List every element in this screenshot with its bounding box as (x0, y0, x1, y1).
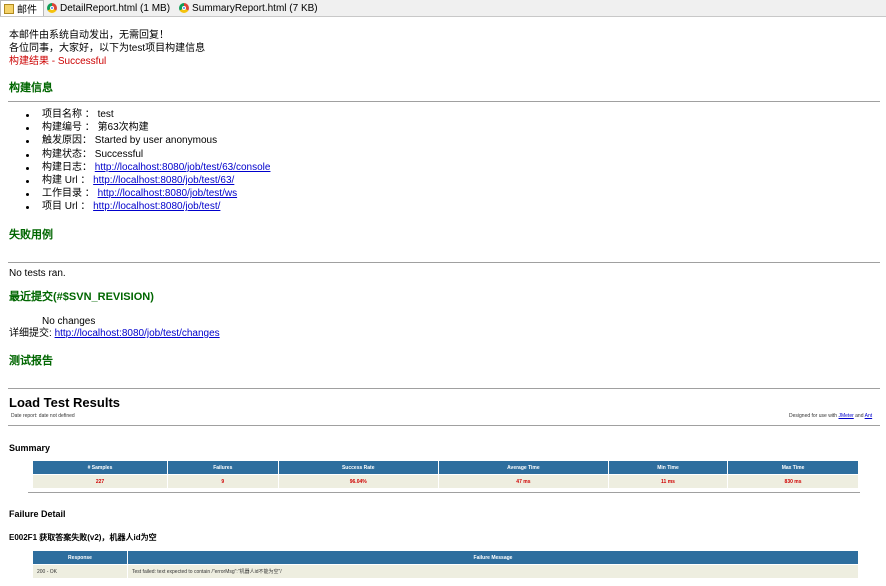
project-url-link[interactable]: http://localhost:8080/job/test/ (93, 201, 220, 212)
tab-label: DetailReport.html (1 MB) (60, 2, 171, 14)
tab-summary-report[interactable]: SummaryReport.html (7 KB) (176, 0, 324, 16)
divider (8, 262, 880, 263)
jmeter-link[interactable]: JMeter (838, 413, 853, 419)
no-tests-text: No tests ran. (9, 268, 66, 279)
tab-label: 邮件 (17, 5, 37, 16)
ant-link[interactable]: Ant (865, 413, 873, 419)
tab-label: SummaryReport.html (7 KB) (192, 2, 318, 14)
mail-icon (4, 3, 14, 14)
tab-detail-report[interactable]: DetailReport.html (1 MB) (44, 0, 176, 16)
divider (8, 388, 880, 389)
build-info-list: 项目名称 ： test 构建编号 ： 第63次构建 触发原因： Started … (24, 108, 270, 214)
recent-commits-heading: 最近提交(#$SVN_REVISION) (9, 291, 154, 303)
chrome-icon (179, 3, 190, 13)
build-log-link[interactable]: http://localhost:8080/job/test/63/consol… (95, 162, 271, 173)
failure-detail-heading: Failure Detail (9, 509, 66, 519)
list-item: 工作目录 ： http://localhost:8080/job/test/ws (24, 187, 270, 200)
list-item: 构建日志： http://localhost:8080/job/test/63/… (24, 161, 270, 174)
list-item: 项目 Url ： http://localhost:8080/job/test/ (24, 200, 270, 213)
changes-link[interactable]: http://localhost:8080/job/test/changes (55, 328, 220, 339)
workspace-link[interactable]: http://localhost:8080/job/test/ws (98, 188, 238, 199)
divider (8, 101, 880, 102)
failed-cases-heading: 失败用例 (9, 229, 53, 241)
list-item: 构建编号 ： 第63次构建 (24, 121, 270, 134)
summary-table: # Samples Failures Success Rate Average … (32, 460, 859, 489)
intro-line-2: 各位同事，大家好，以下为test项目构建信息 (9, 43, 206, 54)
list-item: 构建 Url ： http://localhost:8080/job/test/… (24, 174, 270, 187)
intro-line-1: 本邮件由系统自动发出，无需回复！ (9, 30, 169, 41)
chrome-icon (47, 3, 57, 13)
commit-detail: 详细提交: http://localhost:8080/job/test/cha… (9, 328, 220, 339)
list-item: 触发原因： Started by user anonymous (24, 134, 270, 147)
build-info-heading: 构建信息 (9, 82, 53, 94)
load-test-title: Load Test Results (9, 395, 121, 410)
failure-item-title: E002F1 获取答案失败(v2)，机器人id为空 (9, 533, 157, 542)
table-row: 200 - OK Test failed: text expected to c… (32, 564, 859, 579)
failure-table: Response Failure Message 200 - OK Test f… (32, 550, 859, 579)
divider (8, 425, 880, 426)
summary-heading: Summary (9, 443, 51, 453)
attachment-tab-bar: 邮件 DetailReport.html (1 MB) SummaryRepor… (0, 0, 886, 17)
divider (28, 492, 860, 493)
test-report-heading: 测试报告 (9, 355, 53, 367)
table-header-row: Response Failure Message (32, 550, 859, 565)
designed-for: Designed for use with JMeter and Ant (789, 413, 873, 419)
table-header-row: # Samples Failures Success Rate Average … (32, 460, 859, 475)
build-result: 构建结果 - Successful (9, 56, 107, 67)
tab-mail[interactable]: 邮件 (0, 0, 44, 16)
build-url-link[interactable]: http://localhost:8080/job/test/63/ (93, 175, 234, 186)
list-item: 项目名称 ： test (24, 108, 270, 121)
no-changes-text: No changes (42, 316, 96, 327)
list-item: 构建状态： Successful (24, 148, 270, 161)
date-report: Date report: date not defined (11, 413, 75, 419)
table-row: 227 9 96.04% 47 ms 11 ms 830 ms (32, 474, 859, 489)
